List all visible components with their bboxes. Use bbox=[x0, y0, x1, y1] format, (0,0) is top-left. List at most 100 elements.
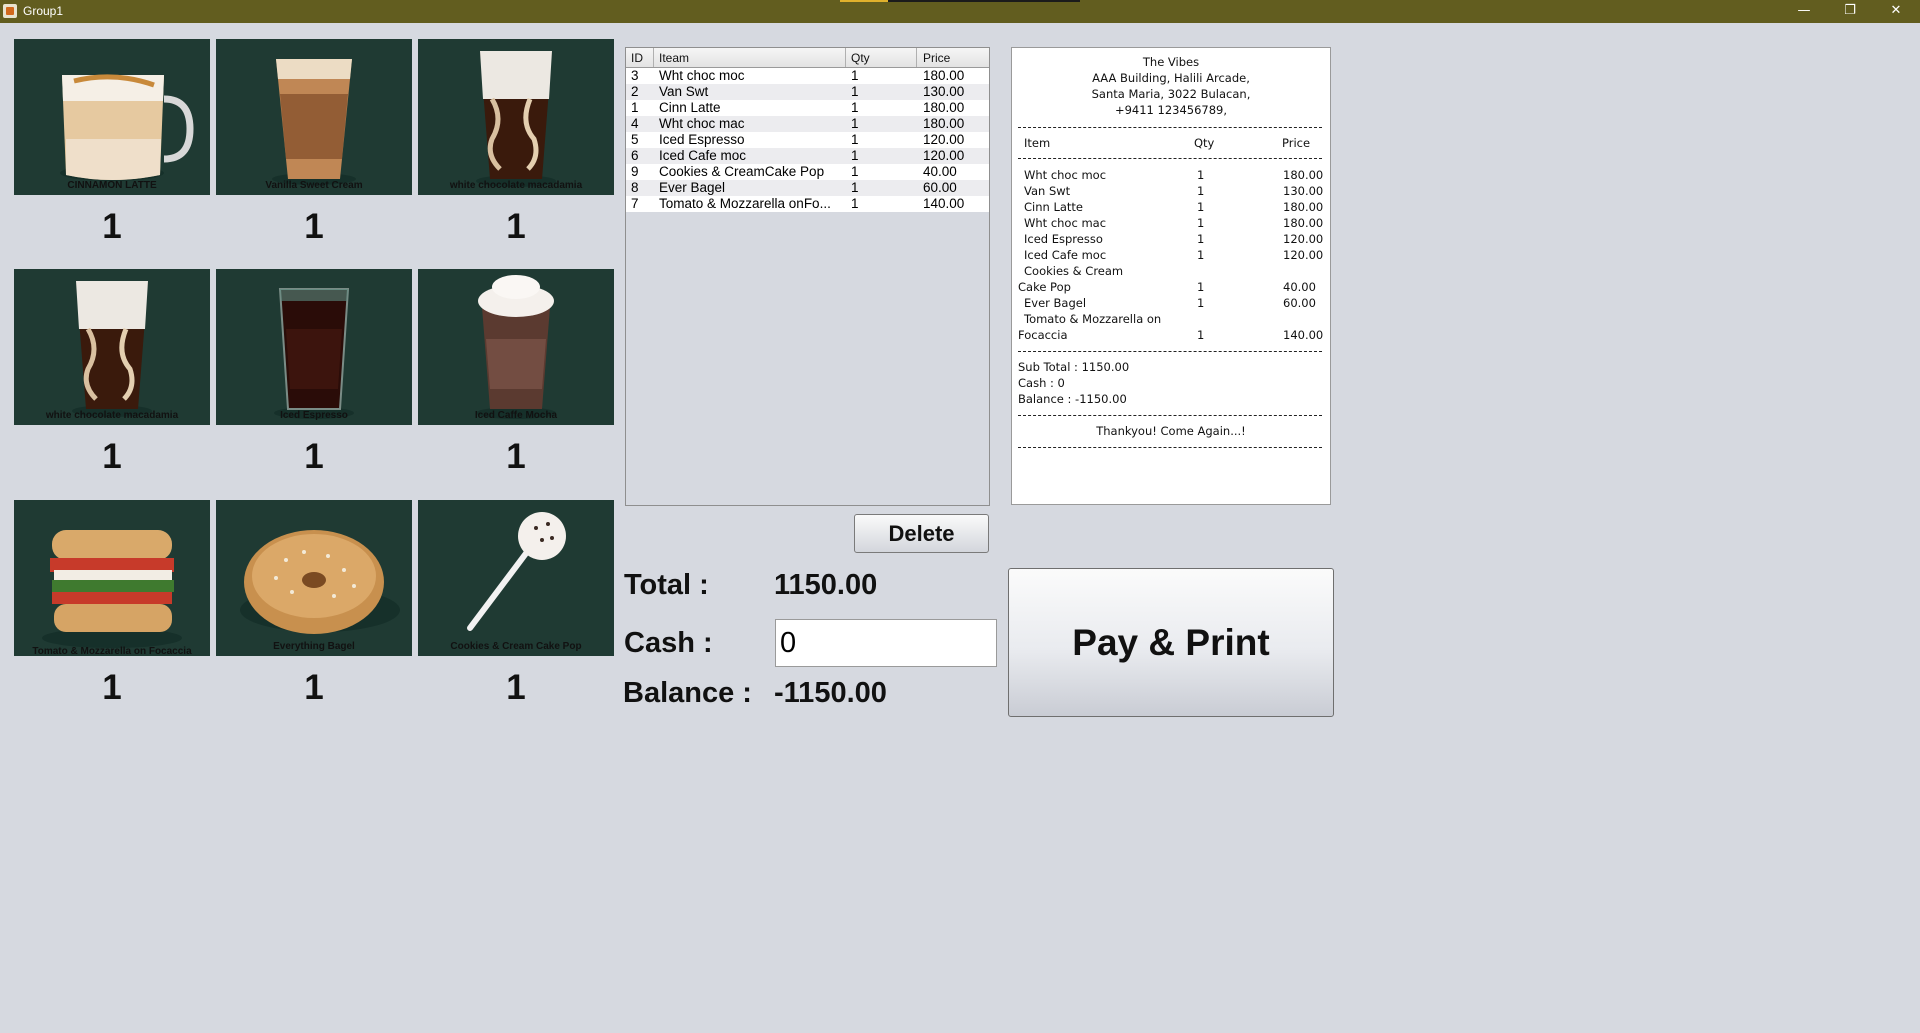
product-tile[interactable]: Tomato & Mozzarella on Focaccia bbox=[14, 500, 210, 656]
product-caption: Vanilla Sweet Cream bbox=[265, 180, 363, 191]
balance-value: -1150.00 bbox=[774, 677, 887, 709]
restore-button[interactable]: ❐ bbox=[1827, 0, 1873, 23]
product-caption: white chocolate macadamia bbox=[449, 180, 583, 191]
product-count: 1 bbox=[506, 437, 526, 476]
product-count: 1 bbox=[506, 207, 526, 246]
product-count: 1 bbox=[304, 668, 324, 707]
product-tile[interactable]: CINNAMON LATTE bbox=[14, 39, 210, 195]
total-value: 1150.00 bbox=[774, 569, 878, 601]
cell-item: Wht choc moc bbox=[659, 68, 745, 83]
receipt-qty: 1 bbox=[1197, 280, 1205, 294]
col-item-header[interactable]: Iteam bbox=[659, 51, 689, 65]
product-count: 1 bbox=[304, 207, 324, 246]
receipt-footer: Thankyou! Come Again...! bbox=[1096, 424, 1246, 438]
receipt-price: 130.00 bbox=[1283, 184, 1324, 198]
table-row[interactable]: 3 Wht choc moc 1 180.00 bbox=[626, 68, 989, 84]
receipt-price: 180.00 bbox=[1283, 168, 1324, 182]
col-qty-header[interactable]: Qty bbox=[851, 51, 870, 65]
table-row[interactable]: 2 Van Swt 1 130.00 bbox=[626, 84, 989, 100]
delete-button[interactable]: Delete bbox=[854, 514, 989, 553]
receipt-divider bbox=[1018, 127, 1322, 128]
table-row[interactable]: 4 Wht choc mac 1 180.00 bbox=[626, 116, 989, 132]
cell-qty: 1 bbox=[851, 196, 859, 211]
cell-id: 9 bbox=[631, 164, 639, 179]
cell-item: Iced Espresso bbox=[659, 132, 745, 147]
cell-price: 130.00 bbox=[923, 84, 965, 99]
product-count: 1 bbox=[304, 437, 324, 476]
receipt-col-price: Price bbox=[1282, 136, 1311, 150]
product-caption: Iced Espresso bbox=[280, 410, 348, 421]
receipt-item: Wht choc mac bbox=[1024, 216, 1107, 230]
cell-price: 180.00 bbox=[923, 116, 965, 131]
order-table[interactable]: ID Iteam Qty Price 3 Wht choc moc 1 180.00 2… bbox=[625, 47, 990, 506]
receipt-item: Van Swt bbox=[1024, 184, 1071, 198]
cell-price: 40.00 bbox=[923, 164, 957, 179]
close-button[interactable]: ✕ bbox=[1873, 0, 1919, 23]
swirl-image bbox=[72, 281, 152, 417]
product-count: 1 bbox=[102, 437, 122, 476]
cell-id: 2 bbox=[631, 84, 639, 99]
cell-item: Cookies & CreamCake Pop bbox=[659, 164, 825, 179]
receipt-price: 120.00 bbox=[1283, 248, 1324, 262]
cell-price: 120.00 bbox=[923, 148, 965, 163]
product-caption: Tomato & Mozzarella on Focaccia bbox=[32, 646, 192, 656]
title-bar[interactable]: Group1 — ❐ ✕ bbox=[0, 0, 1920, 23]
cakepop-image bbox=[467, 512, 566, 631]
receipt-price: 120.00 bbox=[1283, 232, 1324, 246]
bagel-image bbox=[240, 530, 400, 634]
product-tile[interactable]: Iced Caffe Mocha bbox=[418, 269, 614, 425]
product-tile[interactable]: Iced Espresso bbox=[216, 269, 412, 425]
receipt-col-qty: Qty bbox=[1194, 136, 1215, 150]
product-caption: white chocolate macadamia bbox=[45, 410, 179, 421]
receipt-qty: 1 bbox=[1197, 248, 1205, 262]
product-tile[interactable]: Everything Bagel bbox=[216, 500, 412, 656]
receipt-qty: 1 bbox=[1197, 216, 1205, 230]
cell-item: Van Swt bbox=[659, 84, 709, 99]
receipt-item: Focaccia bbox=[1018, 328, 1068, 342]
cell-qty: 1 bbox=[851, 116, 859, 131]
product-caption: Cookies & Cream Cake Pop bbox=[450, 641, 582, 652]
table-row[interactable]: 9 Cookies & CreamCake Pop 1 40.00 bbox=[626, 164, 989, 180]
table-row[interactable]: 5 Iced Espresso 1 120.00 bbox=[626, 132, 989, 148]
minimize-button[interactable]: — bbox=[1781, 0, 1827, 23]
latte-image bbox=[60, 74, 194, 181]
cell-qty: 1 bbox=[851, 84, 859, 99]
table-row[interactable]: 6 Iced Cafe moc 1 120.00 bbox=[626, 148, 989, 164]
cell-qty: 1 bbox=[851, 100, 859, 115]
order-table-body[interactable]: 3 Wht choc moc 1 180.00 2 Van Swt 1 130.00 1 Cinn… bbox=[626, 68, 989, 212]
sandwich-image bbox=[42, 530, 182, 648]
cell-qty: 1 bbox=[851, 68, 859, 83]
product-tile[interactable]: Vanilla Sweet Cream bbox=[216, 39, 412, 195]
cell-item: Ever Bagel bbox=[659, 180, 726, 195]
receipt-item: Wht choc moc bbox=[1024, 168, 1107, 182]
receipt-divider bbox=[1018, 158, 1322, 159]
cell-id: 7 bbox=[631, 196, 639, 211]
table-row[interactable]: 7 Tomato & Mozzarella onFo... 1 140.00 bbox=[626, 196, 989, 212]
cell-item: Tomato & Mozzarella onFo... bbox=[659, 196, 831, 211]
receipt-qty: 1 bbox=[1197, 232, 1205, 246]
cell-qty: 1 bbox=[851, 180, 859, 195]
receipt-item: Ever Bagel bbox=[1024, 296, 1087, 310]
cash-input[interactable] bbox=[775, 619, 997, 667]
col-id-header[interactable]: ID bbox=[631, 51, 643, 65]
receipt-preview: The Vibes AAA Building, Halili Arcade, San… bbox=[1011, 47, 1331, 505]
col-price-header[interactable]: Price bbox=[923, 51, 950, 65]
product-tile[interactable]: white chocolate macadamia bbox=[418, 39, 614, 195]
product-tile[interactable]: Cookies & Cream Cake Pop bbox=[418, 500, 614, 656]
receipt-col-item: Item bbox=[1024, 136, 1051, 150]
receipt-price: 180.00 bbox=[1283, 216, 1324, 230]
cell-price: 120.00 bbox=[923, 132, 965, 147]
receipt-price: 140.00 bbox=[1283, 328, 1324, 342]
java-app-icon bbox=[3, 4, 17, 18]
table-row[interactable]: 1 Cinn Latte 1 180.00 bbox=[626, 100, 989, 116]
product-tile[interactable]: white chocolate macadamia bbox=[14, 269, 210, 425]
receipt-item: Cake Pop bbox=[1018, 280, 1071, 294]
receipt-subtotal: Sub Total : 1150.00 bbox=[1018, 360, 1130, 374]
receipt-divider bbox=[1018, 351, 1322, 352]
table-row[interactable]: 8 Ever Bagel 1 60.00 bbox=[626, 180, 989, 196]
pay-print-button[interactable]: Pay & Print bbox=[1008, 568, 1334, 717]
cell-id: 4 bbox=[631, 116, 639, 131]
cell-qty: 1 bbox=[851, 132, 859, 147]
receipt-price: 60.00 bbox=[1283, 296, 1316, 310]
receipt-cash: Cash : 0 bbox=[1018, 376, 1065, 390]
